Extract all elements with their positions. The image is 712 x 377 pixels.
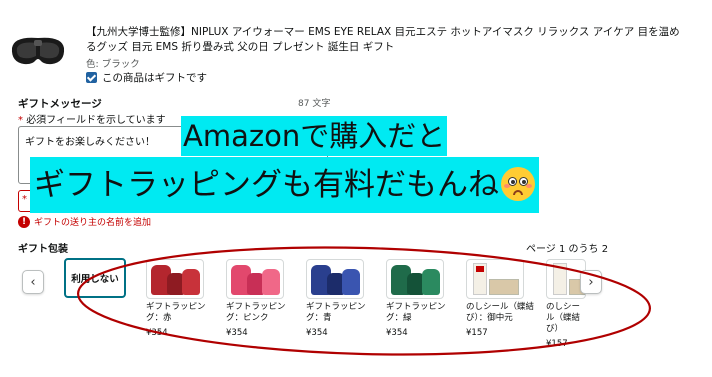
wrap-option-price: ¥354 xyxy=(146,328,168,338)
gift-message-heading: ギフトメッセージ xyxy=(18,98,102,110)
gift-checkbox[interactable] xyxy=(86,72,97,83)
wrap-option-label: のしシール（蝶結び） xyxy=(546,302,581,334)
product-color: 色: ブラック xyxy=(86,59,140,70)
wrap-red-image xyxy=(146,259,204,299)
overlay-caption-line1: Amazonで購入だと xyxy=(181,116,448,156)
wrap-option-price: ¥354 xyxy=(386,328,408,338)
wrap-option-label: ギフトラッピング：ピンク xyxy=(226,302,286,323)
page-indicator: ページ 1 のうち 2 xyxy=(526,244,609,255)
error-text: ギフトの送り主の名前を追加 xyxy=(34,218,152,228)
carousel-next-button[interactable]: › xyxy=(580,270,602,294)
no-wrap-option[interactable]: 利用しない xyxy=(64,258,126,298)
wrap-option-pink[interactable]: ギフトラッピング：ピンク ¥354 xyxy=(226,259,298,338)
wrap-option-price: ¥354 xyxy=(226,328,248,338)
sender-required-star: * xyxy=(22,194,27,205)
wrap-option-label: ギフトラッピング：青 xyxy=(306,302,366,323)
wrap-option-red[interactable]: ギフトラッピング：赤 ¥354 xyxy=(146,259,218,338)
wrap-pink-image xyxy=(226,259,284,299)
wrap-blue-image xyxy=(306,259,364,299)
wrap-option-price: ¥354 xyxy=(306,328,328,338)
wrap-option-price: ¥157 xyxy=(466,328,488,338)
wrap-option-green[interactable]: ギフトラッピング：緑 ¥354 xyxy=(386,259,458,338)
noshi-ochugen-image xyxy=(466,259,524,299)
error-icon: ! xyxy=(18,215,30,228)
wrap-option-noshi-ochugen[interactable]: のしシール（蝶結び）：御中元 ¥157 xyxy=(466,259,538,338)
wrap-option-label: ギフトラッピング：赤 xyxy=(146,302,206,323)
overlay-caption-line2: ギフトラッピングも有料だもんね xyxy=(30,157,539,213)
flushed-face-icon xyxy=(501,166,535,201)
sender-error: ! ギフトの送り主の名前を追加 xyxy=(18,215,151,228)
product-image xyxy=(8,26,68,78)
wrap-option-blue[interactable]: ギフトラッピング：青 ¥354 xyxy=(306,259,378,338)
gift-checkbox-label: この商品はギフトです xyxy=(102,72,207,84)
chevron-left-icon: ‹ xyxy=(30,274,36,290)
gift-wrap-heading: ギフト包装 xyxy=(18,244,68,255)
wrap-green-image xyxy=(386,259,444,299)
required-note: * 必須フィールドを示しています xyxy=(18,115,166,126)
carousel-prev-button[interactable]: ‹ xyxy=(22,270,44,294)
wrap-option-label: ギフトラッピング：緑 xyxy=(386,302,446,323)
wrap-option-label: のしシール（蝶結び）：御中元 xyxy=(466,302,535,323)
chevron-right-icon: › xyxy=(588,274,594,290)
char-count: 87 文字 xyxy=(298,99,331,109)
gift-checkbox-row[interactable]: この商品はギフトです xyxy=(86,70,207,85)
wrap-option-price: ¥157 xyxy=(546,339,568,349)
product-title[interactable]: 【九州大学博士監修】NIPLUX アイウォーマー EMS EYE RELAX 目… xyxy=(86,25,686,55)
